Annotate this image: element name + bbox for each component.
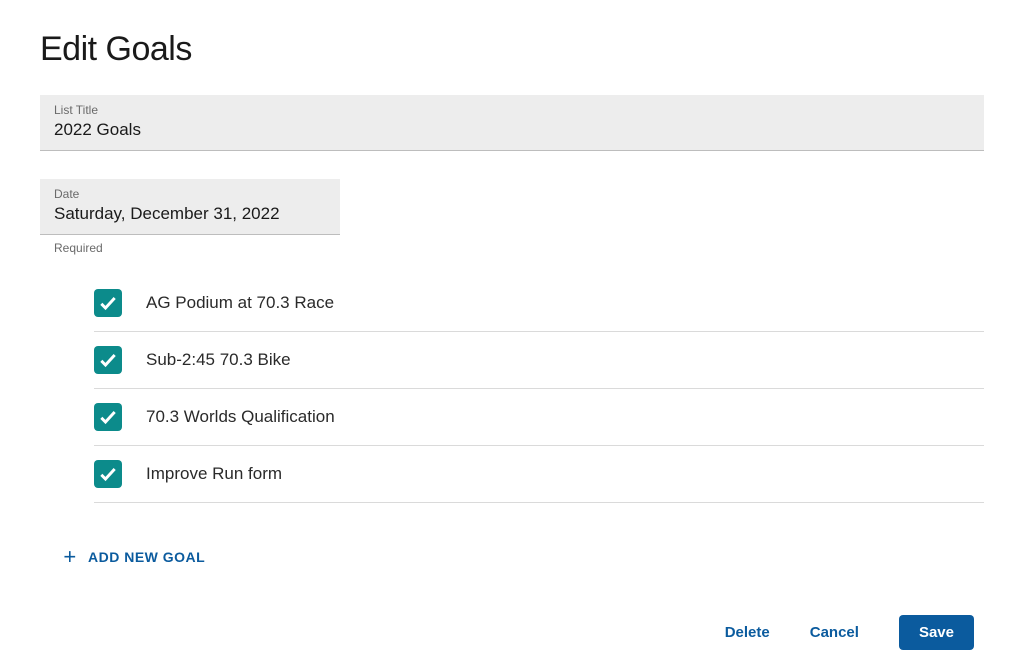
delete-button[interactable]: Delete [725, 624, 770, 641]
check-icon [98, 407, 118, 427]
date-label: Date [54, 187, 326, 201]
list-title-field[interactable]: List Title 2022 Goals [40, 95, 984, 151]
check-icon [98, 350, 118, 370]
page-title: Edit Goals [40, 30, 984, 69]
goal-checkbox[interactable] [94, 346, 122, 374]
date-field[interactable]: Date Saturday, December 31, 2022 [40, 179, 340, 235]
goal-text[interactable]: 70.3 Worlds Qualification [146, 407, 984, 427]
goal-text[interactable]: Improve Run form [146, 464, 984, 484]
check-icon [98, 293, 118, 313]
goal-checkbox[interactable] [94, 289, 122, 317]
add-new-goal-button[interactable]: + ADD NEW GOAL [60, 547, 984, 567]
plus-icon: + [60, 547, 80, 567]
goal-text[interactable]: AG Podium at 70.3 Race [146, 293, 984, 313]
goal-row: Sub-2:45 70.3 Bike [94, 332, 984, 389]
cancel-button[interactable]: Cancel [810, 624, 859, 641]
date-value: Saturday, December 31, 2022 [54, 204, 326, 224]
goals-list: AG Podium at 70.3 Race Sub-2:45 70.3 Bik… [40, 283, 984, 503]
goal-row: Improve Run form [94, 446, 984, 503]
goal-text[interactable]: Sub-2:45 70.3 Bike [146, 350, 984, 370]
goal-row: 70.3 Worlds Qualification [94, 389, 984, 446]
date-helper-text: Required [54, 241, 984, 255]
goal-checkbox[interactable] [94, 460, 122, 488]
action-bar: Delete Cancel Save [40, 615, 984, 650]
list-title-label: List Title [54, 103, 970, 117]
list-title-value: 2022 Goals [54, 120, 970, 140]
goal-checkbox[interactable] [94, 403, 122, 431]
check-icon [98, 464, 118, 484]
save-button[interactable]: Save [899, 615, 974, 650]
goal-row: AG Podium at 70.3 Race [94, 283, 984, 332]
add-new-goal-label: ADD NEW GOAL [88, 549, 205, 565]
